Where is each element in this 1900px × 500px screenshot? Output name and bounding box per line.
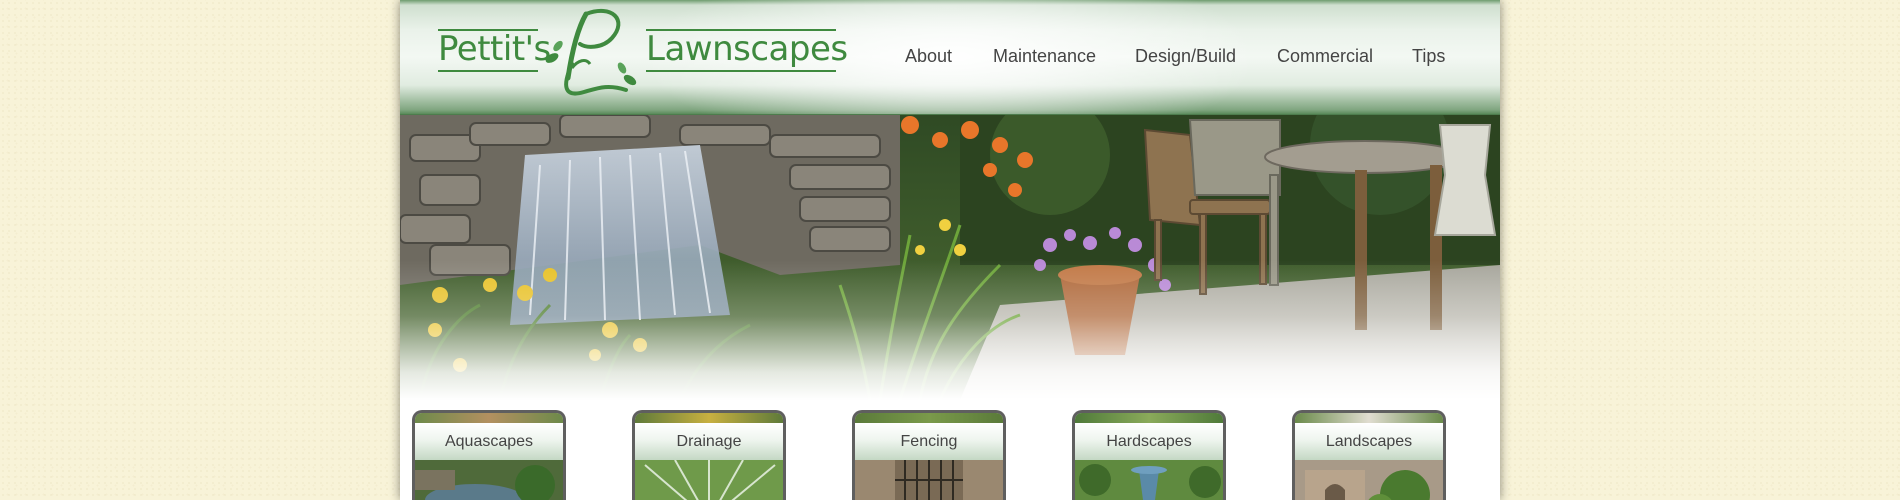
tile-aquascapes[interactable]: Aquascapes <box>412 410 566 500</box>
hero-fade-overlay <box>400 260 1500 400</box>
tile-strip <box>415 413 563 423</box>
tile-strip <box>1075 413 1223 423</box>
logo-rule <box>646 29 836 31</box>
tile-strip <box>1295 413 1443 423</box>
tile-label: Aquascapes <box>415 423 563 461</box>
tile-fencing[interactable]: Fencing <box>852 410 1006 500</box>
logo-rule <box>438 29 538 31</box>
site-logo[interactable]: Pettit's Lawnscapes <box>438 6 848 100</box>
hardscapes-thumbnail <box>1075 460 1223 500</box>
nav-item-commercial[interactable]: Commercial <box>1277 46 1373 67</box>
aquascapes-thumbnail <box>415 460 563 500</box>
logo-rule <box>438 70 538 72</box>
logo-rule <box>646 70 836 72</box>
pl-monogram-icon <box>545 8 637 96</box>
tile-drainage[interactable]: Drainage <box>632 410 786 500</box>
main-nav: About Maintenance Design/Build Commercia… <box>900 46 1500 70</box>
nav-item-about[interactable]: About <box>905 46 952 67</box>
nav-item-tips[interactable]: Tips <box>1412 46 1445 67</box>
tile-strip <box>855 413 1003 423</box>
nav-item-maintenance[interactable]: Maintenance <box>993 46 1096 67</box>
logo-word-pettits: Pettit's <box>438 29 551 69</box>
page-container: Pettit's Lawnscapes About Maintenance De… <box>400 0 1500 500</box>
tile-landscapes[interactable]: Landscapes <box>1292 410 1446 500</box>
site-header: Pettit's Lawnscapes About Maintenance De… <box>400 0 1500 115</box>
logo-word-lawnscapes: Lawnscapes <box>646 29 848 69</box>
tile-label: Drainage <box>635 423 783 461</box>
fencing-thumbnail <box>855 460 1003 500</box>
nav-item-design-build[interactable]: Design/Build <box>1135 46 1236 67</box>
tile-label: Landscapes <box>1295 423 1443 461</box>
drainage-thumbnail <box>635 460 783 500</box>
tile-label: Fencing <box>855 423 1003 461</box>
landscapes-thumbnail <box>1295 460 1443 500</box>
tile-hardscapes[interactable]: Hardscapes <box>1072 410 1226 500</box>
tile-label: Hardscapes <box>1075 423 1223 461</box>
hero-garden-photo <box>400 115 1500 400</box>
tile-strip <box>635 413 783 423</box>
